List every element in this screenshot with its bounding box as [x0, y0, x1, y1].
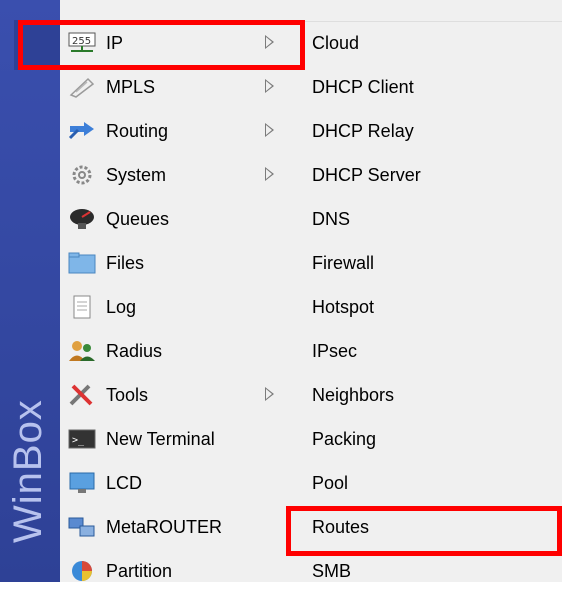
- submenu-item-cloud[interactable]: Cloud: [292, 21, 562, 65]
- pie-icon: [68, 557, 96, 585]
- menu-item-label: Log: [106, 296, 137, 317]
- menu-item-label: MPLS: [106, 76, 156, 97]
- menu-item-radius[interactable]: Radius: [60, 329, 292, 373]
- submenu-item-neighbors[interactable]: Neighbors: [292, 373, 562, 417]
- submenu-arrow-icon: [265, 167, 274, 181]
- log-icon: [68, 293, 96, 321]
- svg-text:>_: >_: [72, 435, 85, 446]
- ip-submenu: Cloud DHCP Client DHCP Relay DHCP Server…: [292, 0, 562, 582]
- menu-item-label: Queues: [106, 208, 170, 229]
- ip-network-icon: 255: [68, 29, 96, 57]
- menu-item-label: Routing: [106, 120, 169, 141]
- submenu-item-dhcp-server[interactable]: DHCP Server: [292, 153, 562, 197]
- submenu-item-label: Hotspot: [312, 296, 375, 317]
- submenu-item-label: Firewall: [312, 252, 375, 273]
- winbox-brand: WinBox: [6, 399, 50, 543]
- menu-item-label: Partition: [106, 560, 173, 581]
- menu-item-new-terminal[interactable]: >_ New Terminal: [60, 417, 292, 461]
- menu-item-lcd[interactable]: LCD: [60, 461, 292, 505]
- monitor-icon: [68, 469, 96, 497]
- queues-icon: [68, 205, 96, 233]
- submenu-item-pool[interactable]: Pool: [292, 461, 562, 505]
- submenu-item-label: Neighbors: [312, 384, 395, 405]
- menu-item-label: System: [106, 164, 167, 185]
- submenu-item-smb[interactable]: SMB: [292, 549, 562, 593]
- menu-item-label: MetaROUTER: [106, 516, 223, 537]
- submenu-item-label: DHCP Relay: [312, 120, 414, 141]
- ip-row-left-accent: [14, 20, 60, 70]
- users-icon: [68, 337, 96, 365]
- mpls-icon: [68, 73, 96, 101]
- submenu-item-dhcp-relay[interactable]: DHCP Relay: [292, 109, 562, 153]
- submenu-item-label: Routes: [312, 516, 370, 537]
- routing-icon: [68, 117, 96, 145]
- menu-item-log[interactable]: Log: [60, 285, 292, 329]
- menu-item-label: Files: [106, 252, 145, 273]
- metarouter-icon: [68, 513, 96, 541]
- submenu-item-packing[interactable]: Packing: [292, 417, 562, 461]
- menu-item-label: LCD: [106, 472, 143, 493]
- folder-icon: [68, 249, 96, 277]
- menu-item-mpls[interactable]: MPLS: [60, 65, 292, 109]
- submenu-item-ipsec[interactable]: IPsec: [292, 329, 562, 373]
- submenu-item-hotspot[interactable]: Hotspot: [292, 285, 562, 329]
- menu-item-partition[interactable]: Partition: [60, 549, 292, 593]
- submenu-arrow-icon: [265, 35, 274, 49]
- submenu-item-label: IPsec: [312, 340, 358, 361]
- submenu-item-label: DNS: [312, 208, 351, 229]
- menu-item-label: Tools: [106, 384, 149, 405]
- menu-item-queues[interactable]: Queues: [60, 197, 292, 241]
- winbox-sidebar: WinBox: [0, 0, 60, 582]
- menu-item-routing[interactable]: Routing: [60, 109, 292, 153]
- menu-item-system[interactable]: System: [60, 153, 292, 197]
- submenu-item-label: Pool: [312, 472, 349, 493]
- menu-item-label: IP: [106, 32, 124, 53]
- submenu-top-strip: [292, 0, 562, 22]
- menu-item-label: New Terminal: [106, 428, 215, 449]
- submenu-item-dhcp-client[interactable]: DHCP Client: [292, 65, 562, 109]
- submenu-item-label: DHCP Server: [312, 164, 421, 185]
- submenu-arrow-icon: [265, 387, 274, 401]
- terminal-icon: >_: [68, 425, 96, 453]
- gear-icon: [68, 161, 96, 189]
- main-menu: 255 IP MPLS Routing System Queues Files …: [60, 0, 293, 582]
- menu-item-files[interactable]: Files: [60, 241, 292, 285]
- submenu-item-routes[interactable]: Routes: [292, 505, 562, 549]
- submenu-arrow-icon: [265, 123, 274, 137]
- menu-item-label: Radius: [106, 340, 163, 361]
- submenu-item-label: Cloud: [312, 32, 360, 53]
- submenu-item-firewall[interactable]: Firewall: [292, 241, 562, 285]
- submenu-item-dns[interactable]: DNS: [292, 197, 562, 241]
- submenu-item-label: SMB: [312, 560, 352, 581]
- submenu-item-label: Packing: [312, 428, 377, 449]
- tools-icon: [68, 381, 96, 409]
- submenu-item-label: DHCP Client: [312, 76, 414, 97]
- menu-top-strip: [60, 0, 292, 22]
- menu-item-tools[interactable]: Tools: [60, 373, 292, 417]
- submenu-arrow-icon: [265, 79, 274, 93]
- menu-item-metarouter[interactable]: MetaROUTER: [60, 505, 292, 549]
- menu-item-ip[interactable]: 255 IP: [60, 21, 292, 65]
- svg-text:255: 255: [72, 36, 91, 47]
